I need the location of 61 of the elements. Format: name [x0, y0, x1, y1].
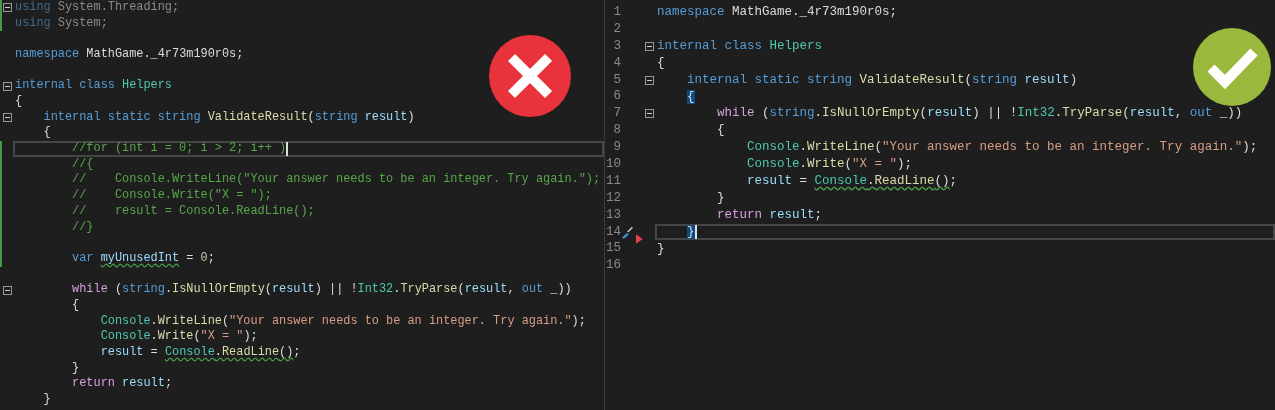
collapse-icon[interactable] — [3, 3, 12, 13]
code-line: using System; — [15, 14, 108, 32]
code-line: //for (int i = 0; i > 2; i++ ) — [71, 140, 289, 158]
collapse-icon[interactable] — [644, 109, 654, 119]
line-number: 5 — [612, 71, 621, 89]
code-line: internal static string ValidateResult(string result) — [686, 71, 1078, 89]
code-line: Console.WriteLine("Your answer needs to be an integer. Try again."); — [99, 312, 586, 330]
code-line: { — [657, 54, 665, 72]
triangle-icon — [636, 234, 643, 245]
code-line: //} — [71, 218, 94, 236]
code-line: using System.Threading; — [15, 0, 180, 16]
code-line: result = Console.ReadLine(); — [746, 173, 958, 190]
collapse-icon[interactable] — [3, 81, 12, 91]
code-line: // Console.Write("X = "); — [71, 187, 272, 205]
line-number: 16 — [605, 257, 621, 275]
screwdriver-icon[interactable] — [621, 225, 635, 239]
line-number: 14 — [605, 223, 621, 241]
code-line: Console.Write("X = "); — [99, 328, 258, 346]
code-line: namespace MathGame._4r73m190r0s; — [15, 46, 244, 63]
collapse-icon[interactable] — [644, 41, 654, 51]
code-line: // Console.WriteLine("Your answer needs to be an integer. Try again."); — [71, 171, 601, 189]
line-number: 15 — [605, 240, 621, 258]
code-line: return result; — [716, 206, 823, 224]
code-line: namespace MathGame._4r73m190r0s; — [657, 4, 898, 22]
code-line: } — [716, 189, 725, 207]
line-number: 9 — [612, 139, 621, 156]
code-line: //{ — [71, 155, 94, 173]
code-line: { — [71, 297, 80, 314]
code-line: Console.WriteLine("Your answer needs to be an integer. Try again."); — [746, 139, 1258, 157]
code-line: internal static string ValidateResult(string result) — [42, 108, 415, 126]
line-number: 6 — [612, 88, 621, 106]
code-line: } — [42, 391, 51, 409]
code-line: { — [42, 124, 51, 142]
line-number: 11 — [605, 172, 621, 190]
line-number: 13 — [605, 206, 621, 224]
line-number: 7 — [612, 105, 621, 123]
text-cursor — [694, 225, 697, 240]
code-line: Console.Write("X = "); — [746, 156, 913, 174]
line-number: 12 — [605, 189, 621, 207]
code-line: internal class Helpers — [657, 37, 823, 55]
code-line: while (string.IsNullOrEmpty(result) || !Int32.TryParse(result, out _)) — [716, 105, 1243, 123]
line-number: 3 — [612, 37, 621, 55]
text-cursor — [286, 142, 289, 157]
code-line: while (string.IsNullOrEmpty(result) || !Int32.TryParse(result, out _)) — [71, 281, 572, 299]
code-line: { — [15, 93, 23, 111]
code-line: } — [71, 359, 80, 377]
code-line: // result = Console.ReadLine(); — [71, 202, 315, 220]
collapse-icon[interactable] — [644, 75, 654, 85]
line-number: 1 — [612, 4, 621, 21]
code-line: return result; — [71, 375, 172, 393]
line-number: 4 — [612, 54, 621, 72]
line-number: 2 — [612, 20, 621, 38]
code-line: result = Console.ReadLine(); — [99, 344, 301, 362]
code-line: var myUnusedInt = 0; — [71, 249, 215, 267]
code-line: { — [716, 122, 725, 140]
code-line: internal class Helpers — [15, 77, 172, 95]
line-number: 8 — [612, 122, 621, 140]
collapse-icon[interactable] — [3, 285, 12, 295]
collapse-icon[interactable] — [3, 113, 12, 123]
code-line: } — [657, 240, 665, 258]
line-number: 10 — [605, 156, 621, 173]
